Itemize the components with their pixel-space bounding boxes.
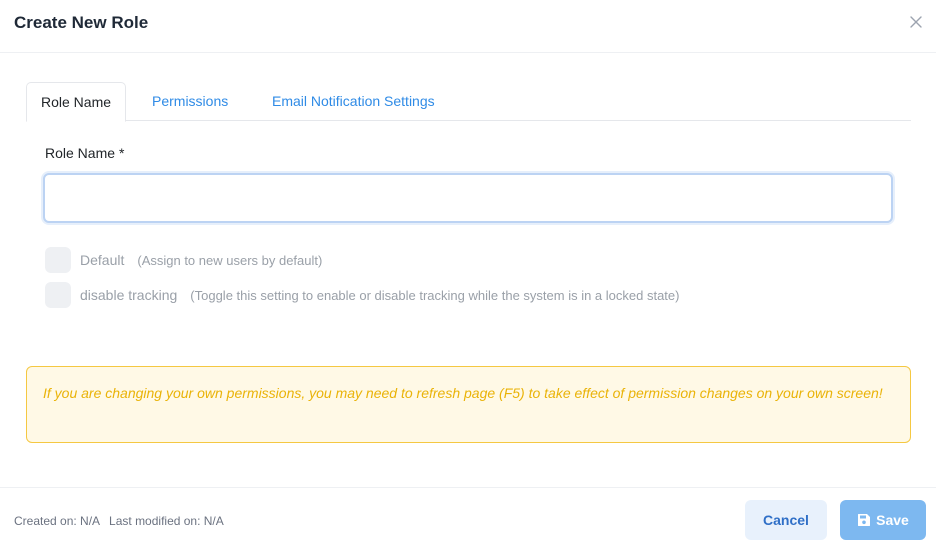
record-meta: Created on: N/A Last modified on: N/A (14, 514, 224, 528)
default-hint: (Assign to new users by default) (137, 252, 323, 268)
default-option-row: Default (Assign to new users by default) (45, 247, 322, 273)
tab-role-name[interactable]: Role Name (26, 82, 127, 122)
permission-warning-alert: If you are changing your own permissions… (26, 366, 911, 443)
tab-bar: Role Name Permissions Email Notification… (26, 82, 911, 122)
tab-permissions[interactable]: Permissions (152, 82, 228, 121)
modal-footer: Created on: N/A Last modified on: N/A Can… (0, 487, 936, 547)
modal-title: Create New Role (14, 13, 149, 32)
default-checkbox[interactable] (45, 247, 71, 273)
required-mark: * (119, 145, 125, 161)
floppy-disk-icon (858, 514, 871, 526)
close-button[interactable] (908, 14, 924, 30)
create-role-modal: Create New Role Role Name Permissions Em… (0, 0, 936, 547)
role-name-label-text: Role Name (45, 145, 116, 161)
disable-tracking-checkbox[interactable] (45, 282, 71, 308)
disable-tracking-row: disable tracking (Toggle this setting to… (45, 282, 679, 308)
role-name-input[interactable] (43, 173, 893, 223)
last-modified-text: Last modified on: N/A (109, 514, 224, 528)
disable-tracking-label: disable tracking (80, 287, 178, 303)
tab-email-notification-settings[interactable]: Email Notification Settings (272, 82, 435, 121)
disable-tracking-hint: (Toggle this setting to enable or disabl… (190, 287, 680, 303)
modal-header: Create New Role (0, 0, 936, 53)
role-name-label: Role Name * (45, 145, 124, 161)
cancel-button-label: Cancel (763, 512, 809, 528)
save-button[interactable]: Save (840, 500, 926, 540)
created-on-text: Created on: N/A (14, 514, 101, 528)
default-label: Default (80, 252, 125, 268)
close-icon (910, 16, 922, 28)
cancel-button[interactable]: Cancel (745, 500, 827, 540)
save-button-label: Save (876, 512, 909, 528)
